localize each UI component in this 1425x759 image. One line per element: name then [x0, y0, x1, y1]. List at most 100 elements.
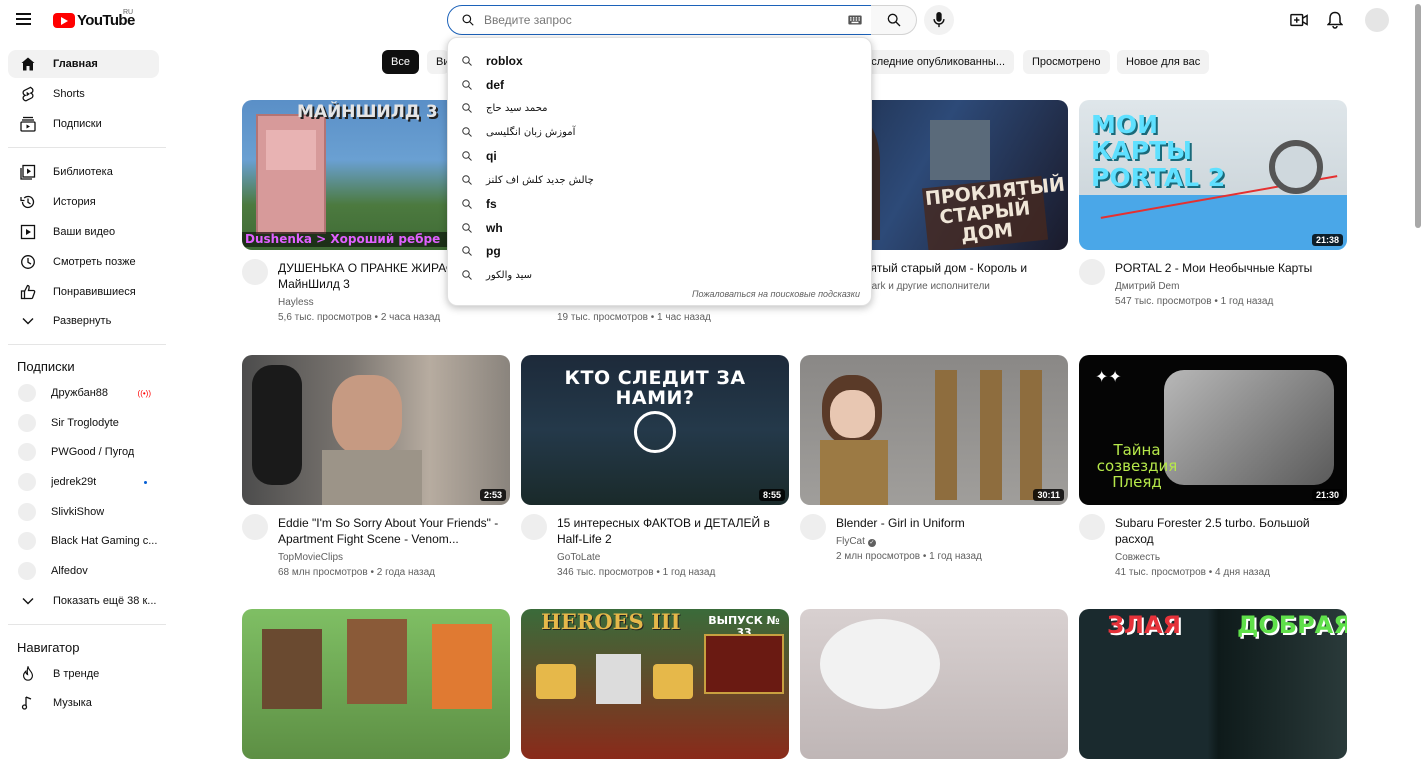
sidebar-item-liked[interactable]: Понравившиеся [8, 278, 159, 306]
channel-avatar[interactable] [242, 514, 268, 540]
suggestion-item[interactable]: qi [448, 144, 871, 168]
channel-name[interactable]: Hayless [278, 297, 314, 308]
video-thumbnail[interactable] [242, 609, 510, 759]
channel-name[interactable]: TopMovieClips [278, 552, 343, 563]
sidebar-item-subscription[interactable]: PWGood / Пугод [8, 438, 159, 466]
chip-watched[interactable]: Просмотрено [1023, 50, 1110, 74]
sidebar-item-expand[interactable]: Развернуть [8, 307, 159, 335]
sidebar-item-subscription[interactable]: Black Hat Gaming c... [8, 527, 159, 555]
report-suggestions-link[interactable]: Пожаловаться на поисковые подсказки [692, 289, 860, 299]
search-button[interactable] [871, 5, 917, 35]
like-icon [18, 282, 38, 302]
suggestion-item[interactable]: سید والکور [448, 263, 871, 287]
water [1079, 195, 1347, 250]
sidebar-item-subscription[interactable]: Alfedov [8, 557, 159, 585]
video-title[interactable]: Eddie "I'm So Sorry About Your Friends" … [278, 515, 500, 547]
microphone-icon [933, 12, 945, 28]
sidebar-item-home[interactable]: Главная [8, 50, 159, 78]
sidebar-item-subscription[interactable]: Дружбан88 ((•)) [8, 379, 159, 407]
video-stats: 2 млн просмотров • 1 год назад [836, 551, 982, 562]
channel-avatar[interactable] [1079, 514, 1105, 540]
logo-region: RU [123, 9, 134, 16]
video-card [242, 609, 510, 759]
face [332, 375, 402, 455]
sidebar-item-watch-later[interactable]: Смотреть позже [8, 248, 159, 276]
video-stats: 41 тыс. просмотров • 4 дня назад [1115, 567, 1270, 578]
menu-icon[interactable] [14, 10, 38, 30]
sidebar-item-trending[interactable]: В тренде [8, 660, 159, 688]
video-thumbnail[interactable]: 2:53 [242, 355, 510, 505]
sidebar-item-show-more[interactable]: Показать ещё 38 к... [8, 587, 159, 615]
navigator-section-title: Навигатор [17, 640, 80, 655]
chip-new-to-you[interactable]: Новое для вас [1117, 50, 1210, 74]
sidebar-item-shorts[interactable]: Shorts [8, 80, 159, 108]
suggestion-item[interactable]: pg [448, 239, 871, 263]
page-scrollbar[interactable] [1413, 0, 1425, 704]
sidebar-item-your-videos[interactable]: Ваши видео [8, 218, 159, 246]
video-thumbnail[interactable]: HEROES III ВЫПУСК № 33 [521, 609, 789, 759]
account-avatar[interactable] [1365, 8, 1389, 32]
channel-name[interactable]: Дмитрий Dem [1115, 281, 1179, 292]
sidebar-item-library[interactable]: Библиотека [8, 158, 159, 186]
channel-avatar[interactable] [800, 514, 826, 540]
channel-avatar[interactable] [1079, 259, 1105, 285]
top-bar: YouTube RU [0, 0, 1425, 40]
chip-recently-uploaded[interactable]: Последние опубликованны... [858, 50, 1014, 74]
channel-avatar[interactable] [521, 514, 547, 540]
video-thumbnail[interactable]: МОИ КАРТЫ PORTAL 2 21:38 [1079, 100, 1347, 250]
suggestion-item[interactable]: fs [448, 192, 871, 216]
sidebar-item-label: Главная [53, 58, 98, 70]
youtube-logo[interactable]: YouTube RU [53, 8, 135, 32]
sidebar-item-label: Показать ещё 38 к... [53, 595, 157, 607]
sidebar-item-label: Смотреть позже [53, 256, 136, 268]
character-figure [347, 619, 407, 704]
video-duration: 30:11 [1033, 489, 1064, 501]
sidebar-item-label: PWGood / Пугод [51, 446, 135, 458]
video-title[interactable]: 15 интересных ФАКТОВ и ДЕТАЛЕЙ в Half-Li… [557, 515, 779, 547]
home-icon [18, 54, 38, 74]
chip-item[interactable]: Ви [427, 50, 449, 74]
sidebar-item-subscription[interactable]: Sir Troglodyte [8, 409, 159, 437]
suggestion-item[interactable]: چالش جدید کلش اف کلنز [448, 168, 871, 192]
sidebar-item-subscriptions[interactable]: Подписки [8, 110, 159, 138]
video-thumbnail[interactable] [800, 609, 1068, 759]
sidebar-item-history[interactable]: История [8, 188, 159, 216]
search-box [447, 5, 872, 35]
notifications-button[interactable] [1323, 8, 1347, 32]
video-thumbnail[interactable]: 30:11 [800, 355, 1068, 505]
search-icon [462, 199, 472, 209]
suggestion-item[interactable]: def [448, 73, 871, 97]
thumbnail-text: ПРОКЛЯТЫЙ СТАРЫЙ ДОМ [921, 174, 1066, 250]
video-thumbnail[interactable]: ✦✦ Тайна созвездия Плеяд 21:30 [1079, 355, 1347, 505]
girl-face [830, 390, 875, 438]
voice-search-button[interactable] [924, 5, 954, 35]
channel-name[interactable]: GoToLate [557, 552, 600, 563]
sidebar-item-music[interactable]: Музыка [8, 689, 159, 717]
sidebar-item-label: В тренде [53, 668, 100, 680]
scrollbar-thumb[interactable] [1415, 4, 1421, 228]
suggestion-item[interactable]: roblox [448, 49, 871, 73]
video-title[interactable]: PORTAL 2 - Мои Необычные Карты [1115, 260, 1337, 276]
sidebar-item-label: История [53, 196, 96, 208]
channel-name[interactable]: FlyCat ✓ [836, 536, 876, 547]
video-thumbnail[interactable]: ЗЛАЯ ДОБРАЯ [1079, 609, 1347, 759]
search-input[interactable] [484, 13, 848, 27]
video-title[interactable]: Subaru Forester 2.5 turbo. Большой расхо… [1115, 515, 1337, 547]
channel-name[interactable]: Совжесть [1115, 552, 1160, 563]
suggestion-item[interactable]: محمد سید حاج [448, 96, 871, 120]
suggestion-item[interactable]: wh [448, 216, 871, 240]
keyboard-icon[interactable] [848, 15, 862, 25]
chip-label: Все [391, 56, 410, 68]
sidebar-item-subscription[interactable]: SlivkiShow [8, 498, 159, 526]
chevron-down-icon [18, 591, 38, 611]
video-thumbnail[interactable]: КТО СЛЕДИТ ЗА НАМИ? 8:55 [521, 355, 789, 505]
search-icon [462, 223, 472, 233]
suggestion-text: roblox [486, 54, 523, 68]
create-video-button[interactable] [1287, 8, 1311, 32]
video-title[interactable]: Blender - Girl in Uniform [836, 515, 1058, 531]
suggestion-item[interactable]: آموزش زبان انگلیسی [448, 120, 871, 144]
sidebar-item-subscription[interactable]: jedrek29t [8, 468, 159, 496]
channel-avatar[interactable] [242, 259, 268, 285]
channel-avatar [18, 384, 36, 402]
chip-all[interactable]: Все [382, 50, 419, 74]
